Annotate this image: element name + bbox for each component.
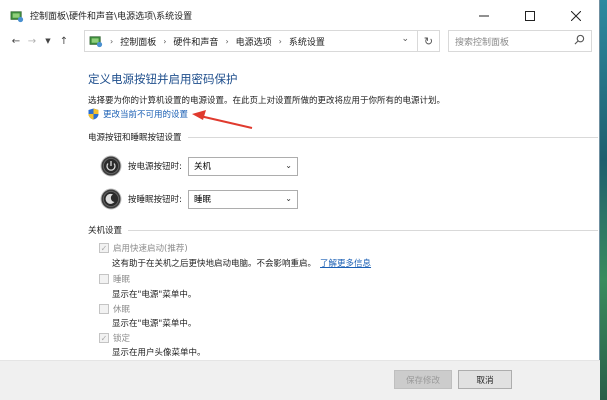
fast-startup-description: 这有助于在关机之后更快地启动电脑。不会影响重启。 了解更多信息	[112, 257, 371, 269]
divider	[128, 229, 598, 231]
cancel-button[interactable]: 取消	[458, 370, 512, 389]
minimize-button[interactable]	[461, 0, 507, 31]
fast-startup-label: 启用快速启动(推荐)	[113, 244, 188, 254]
breadcrumb-separator-icon: ›	[278, 36, 282, 46]
checkbox-empty	[99, 274, 109, 284]
checkbox-empty	[99, 304, 109, 314]
maximize-button[interactable]	[507, 0, 553, 31]
power-button-value: 关机	[194, 162, 212, 172]
breadcrumb-separator-icon: ›	[163, 36, 167, 46]
change-unavailable-settings-link[interactable]: 更改当前不可用的设置	[88, 108, 188, 120]
power-button-icon	[100, 155, 122, 177]
shield-icon	[88, 108, 99, 120]
power-buttons-section-header: 电源按钮和睡眠按钮设置	[88, 131, 598, 143]
forward-arrow-icon: →	[27, 35, 37, 47]
footer-bar: 保存修改 取消	[0, 360, 600, 400]
breadcrumb-item-control-panel[interactable]: 控制面板	[120, 35, 156, 48]
maximize-icon	[525, 10, 535, 21]
breadcrumb-item-hardware-sound[interactable]: 硬件和声音	[173, 35, 218, 48]
page-title: 定义电源按钮并启用密码保护	[88, 72, 238, 86]
search-placeholder: 搜索控制面板	[455, 37, 510, 48]
back-arrow-icon: ←	[11, 35, 21, 47]
navigation-bar: ← → ▼ ↑	[8, 30, 72, 52]
lock-label: 锁定	[113, 334, 131, 344]
address-bar[interactable]: › 控制面板 › 硬件和声音 › 电源选项 › 系统设置 ⌄ ↻	[84, 30, 440, 52]
title-bar: 控制面板\硬件和声音\电源选项\系统设置	[0, 0, 599, 31]
desktop-background	[600, 0, 607, 400]
breadcrumb-separator-icon: ›	[110, 36, 114, 46]
hibernate-checkbox[interactable]: 休眠	[99, 303, 130, 315]
sleep-button-row: 按睡眠按钮时: 睡眠 ⌄	[100, 188, 298, 210]
breadcrumb: › 控制面板 › 硬件和声音 › 电源选项 › 系统设置	[103, 35, 325, 48]
minimize-icon	[479, 15, 489, 16]
annotation-arrow	[192, 110, 253, 129]
lock-checkbox[interactable]: ✓ 锁定	[99, 332, 130, 344]
checkmark-icon: ✓	[99, 243, 109, 253]
sleep-button-value: 睡眠	[194, 195, 212, 205]
change-link-label: 更改当前不可用的设置	[103, 110, 189, 120]
save-changes-button[interactable]: 保存修改	[394, 370, 452, 389]
back-button[interactable]: ←	[8, 30, 24, 52]
hibernate-label: 休眠	[113, 305, 131, 315]
power-button-action-select[interactable]: 关机 ⌄	[188, 156, 298, 176]
fast-startup-checkbox[interactable]: ✓ 启用快速启动(推荐)	[99, 242, 188, 254]
up-button[interactable]: ↑	[56, 30, 72, 52]
search-icon	[574, 34, 585, 45]
power-button-row: 按电源按钮时: 关机 ⌄	[100, 155, 298, 177]
system-settings-window: 控制面板\硬件和声音\电源选项\系统设置 ← → ▼ ↑ › 控制面板 › 硬件…	[0, 0, 600, 400]
chevron-down-icon: ⌄	[285, 160, 292, 170]
breadcrumb-item-power-options[interactable]: 电源选项	[236, 35, 272, 48]
forward-button[interactable]: →	[24, 30, 40, 52]
control-panel-icon	[10, 10, 24, 22]
hibernate-description: 显示在"电源"菜单中。	[112, 319, 197, 329]
up-arrow-icon: ↑	[59, 35, 69, 47]
window-title: 控制面板\硬件和声音\电源选项\系统设置	[30, 12, 193, 22]
power-section-title: 电源按钮和睡眠按钮设置	[88, 133, 182, 143]
main-content: 定义电源按钮并启用密码保护 选择要为你的计算机设置的电源设置。在此页上对设置所做…	[0, 60, 600, 360]
sleep-label: 睡眠	[113, 275, 131, 285]
recent-locations-button[interactable]: ▼	[40, 30, 56, 52]
close-icon	[571, 10, 581, 21]
close-button[interactable]	[553, 0, 599, 31]
sleep-checkbox[interactable]: 睡眠	[99, 273, 130, 285]
power-button-label: 按电源按钮时:	[128, 162, 182, 172]
fast-startup-desc-text: 这有助于在关机之后更快地启动电脑。不会影响重启。	[112, 259, 317, 269]
checkmark-icon: ✓	[99, 333, 109, 343]
sleep-button-icon	[100, 188, 122, 210]
chevron-down-icon: ⌄	[285, 193, 292, 203]
page-description: 选择要为你的计算机设置的电源设置。在此页上对设置所做的更改将应用于你所有的电源计…	[88, 96, 446, 106]
address-dropdown-icon[interactable]: ⌄	[401, 34, 409, 44]
sleep-button-action-select[interactable]: 睡眠 ⌄	[188, 189, 298, 209]
lock-description: 显示在用户头像菜单中。	[112, 348, 206, 358]
learn-more-link[interactable]: 了解更多信息	[320, 259, 371, 269]
search-input[interactable]: 搜索控制面板	[448, 30, 592, 52]
chevron-down-icon: ▼	[45, 37, 51, 45]
sleep-description: 显示在"电源"菜单中。	[112, 290, 197, 300]
shutdown-section-header: 关机设置	[88, 224, 598, 236]
breadcrumb-separator-icon: ›	[225, 36, 229, 46]
shutdown-section-title: 关机设置	[88, 226, 123, 236]
refresh-button[interactable]: ↻	[417, 31, 439, 51]
refresh-icon: ↻	[423, 34, 434, 48]
sleep-button-label: 按睡眠按钮时:	[128, 195, 182, 205]
breadcrumb-item-system-settings[interactable]: 系统设置	[289, 35, 325, 48]
divider	[187, 136, 598, 138]
control-panel-icon	[89, 36, 103, 48]
